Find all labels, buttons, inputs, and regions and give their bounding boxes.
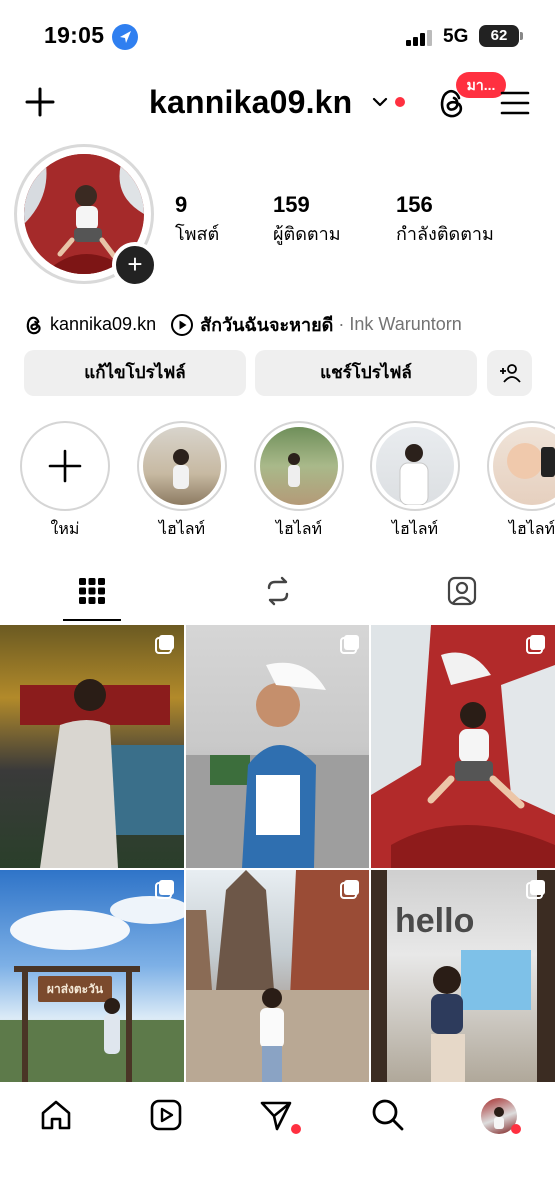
music-separator: · xyxy=(333,314,350,334)
play-circle-icon[interactable] xyxy=(170,313,194,337)
highlight-4-image xyxy=(493,427,555,505)
send-icon[interactable] xyxy=(259,1098,293,1132)
carousel-icon xyxy=(526,635,545,654)
sign-text: ผาส่งตะวัน xyxy=(46,982,104,996)
highlight-4[interactable] xyxy=(487,421,555,511)
active-tab-indicator xyxy=(63,619,121,621)
new-highlight-button[interactable] xyxy=(20,421,110,511)
highlight-label: ไฮไลท์ xyxy=(391,521,439,538)
search-icon[interactable] xyxy=(371,1098,405,1132)
messages-notification-dot xyxy=(291,1124,301,1134)
battery-level: 62 xyxy=(479,25,519,47)
highlight-1-image xyxy=(143,427,221,505)
followers-count[interactable]: 159 xyxy=(273,192,310,218)
add-story-icon[interactable]: + xyxy=(112,242,158,288)
followers-label[interactable]: ผู้ติดตาม xyxy=(273,219,341,248)
posts-label: โพสต์ xyxy=(175,224,220,244)
threads-badge: มา... xyxy=(456,72,506,98)
carousel-icon xyxy=(155,880,174,899)
posts-count: 9 xyxy=(175,192,188,217)
battery-cap-icon xyxy=(520,32,523,40)
following-count[interactable]: 156 xyxy=(396,192,433,218)
add-person-icon xyxy=(499,364,521,383)
highlight-label: ไฮไลท์ xyxy=(158,521,206,538)
highlight-label-new: ใหม่ xyxy=(50,521,80,538)
chevron-down-icon[interactable] xyxy=(372,96,388,108)
carousel-icon xyxy=(526,880,545,899)
post-tile-6[interactable]: hello xyxy=(371,870,555,1082)
carousel-icon xyxy=(155,635,174,654)
post-tile-3[interactable] xyxy=(371,625,555,868)
grid-icon[interactable] xyxy=(76,575,108,607)
profile-username[interactable]: kannika09.kn xyxy=(149,84,352,121)
status-time: 19:05 xyxy=(44,22,105,48)
music-title[interactable]: สักวันฉันจะหายดี xyxy=(200,310,333,339)
account-notification-dot xyxy=(395,97,405,107)
threads-handle-link[interactable]: kannika09.kn xyxy=(50,314,156,335)
highlight-2[interactable] xyxy=(254,421,344,511)
highlight-2-image xyxy=(260,427,338,505)
threads-small-icon[interactable] xyxy=(24,314,44,336)
share-profile-button[interactable]: แชร์โปรไฟล์ xyxy=(255,350,477,396)
following-label[interactable]: กำลังติดตาม xyxy=(396,219,494,248)
highlight-1[interactable] xyxy=(137,421,227,511)
post-tile-5[interactable] xyxy=(186,870,369,1082)
edit-profile-button[interactable]: แก้ไขโปรไฟล์ xyxy=(24,350,246,396)
highlight-label: ไฮไลท์ xyxy=(275,521,323,538)
reels-icon[interactable] xyxy=(262,575,294,607)
highlight-label: ไฮไลท์ xyxy=(508,521,555,538)
reels-icon[interactable] xyxy=(149,1098,183,1132)
plus-icon[interactable] xyxy=(24,86,56,118)
network-type: 5G xyxy=(443,26,469,47)
profile-links-row: kannika09.kn สักวันฉันจะหายดี · Ink Waru… xyxy=(24,310,462,339)
post-tile-4[interactable]: ผาส่งตะวัน xyxy=(0,870,184,1082)
menu-icon[interactable] xyxy=(500,90,530,116)
post-tile-2[interactable] xyxy=(186,625,369,868)
tagged-icon[interactable] xyxy=(446,575,478,607)
music-artist[interactable]: Ink Waruntorn xyxy=(349,314,461,335)
plus-icon xyxy=(48,449,82,483)
signal-icon xyxy=(406,30,432,46)
location-arrow-icon xyxy=(112,24,138,50)
carousel-icon xyxy=(340,880,359,899)
highlight-3-image xyxy=(376,427,454,506)
highlight-3[interactable] xyxy=(370,421,460,511)
home-icon[interactable] xyxy=(39,1098,73,1132)
hello-text: hello xyxy=(395,902,475,940)
carousel-icon xyxy=(340,635,359,654)
discover-people-button[interactable] xyxy=(487,350,532,396)
post-tile-1[interactable] xyxy=(0,625,184,868)
profile-notification-dot xyxy=(511,1124,521,1134)
